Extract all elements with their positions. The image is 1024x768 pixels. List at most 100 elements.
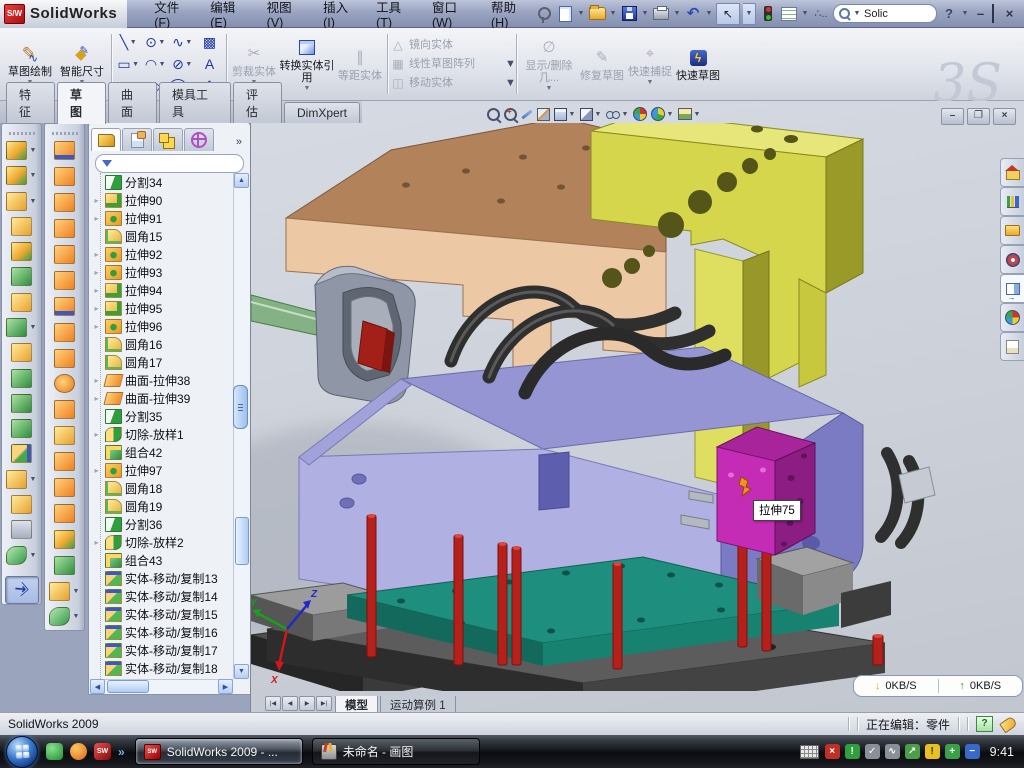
solidworks-quicklaunch-icon[interactable]: SW [94, 743, 111, 760]
helix-icon-dropdown[interactable]: ▼ [29, 552, 37, 559]
arc-tool[interactable]: ◠▼ [142, 53, 169, 75]
camera-icon[interactable]: ▼ [678, 108, 701, 120]
security-shield-tray-icon[interactable]: ! [845, 744, 860, 759]
doc-tab-模型[interactable]: 模型 [335, 696, 378, 712]
flex-icon[interactable] [11, 492, 32, 517]
hide-show-items-icon[interactable]: ▼ [606, 111, 629, 118]
tab-design-library[interactable] [1000, 187, 1024, 216]
command-tab-模具工具[interactable]: 模具工具 [159, 82, 231, 123]
shell-icon[interactable] [11, 365, 32, 390]
curve-icon[interactable] [11, 517, 32, 542]
expand-arrow-icon[interactable]: ▸ [91, 304, 102, 313]
expand-arrow-icon[interactable]: ▸ [91, 268, 102, 277]
zoom-selection-icon[interactable] [521, 113, 533, 116]
line-tool-dropdown[interactable]: ▼ [129, 39, 137, 46]
replace-face-icon[interactable] [54, 397, 75, 423]
circle-tool-dropdown[interactable]: ▼ [158, 39, 166, 46]
expand-arrow-icon[interactable]: ▸ [91, 538, 102, 547]
tree-item-拉伸90[interactable]: ▸拉伸90 [91, 191, 233, 209]
tree-item-实体-移动/复制18[interactable]: 实体-移动/复制18 [91, 659, 233, 677]
tab-dimxpertmanager[interactable] [184, 128, 214, 151]
tree-item-曲面-拉伸39[interactable]: ▸曲面-拉伸39 [91, 389, 233, 407]
tab-scenes[interactable] [1000, 303, 1024, 332]
arc-tool-dropdown[interactable]: ▼ [158, 61, 166, 68]
close-button[interactable]: × [1001, 6, 1018, 21]
offset-surface-icon[interactable] [54, 319, 75, 345]
update-tray-icon[interactable]: ✓ [865, 744, 880, 759]
tree-item-拉伸93[interactable]: ▸拉伸93 [91, 263, 233, 281]
mid-surface-icon[interactable] [54, 423, 75, 449]
panel-splitter-handle[interactable] [233, 385, 248, 429]
help-dropdown-icon[interactable]: ▼ [961, 10, 969, 17]
3d-model-exploded-assembly[interactable]: X Y Z [251, 123, 1024, 691]
expand-arrow-icon[interactable]: ▸ [91, 466, 102, 475]
health-shield-tray-icon[interactable]: + [945, 744, 960, 759]
annotation-icon[interactable]: ∴.. [812, 5, 830, 23]
swept-surface-icon[interactable] [54, 138, 75, 164]
antivirus-tray-icon[interactable]: × [825, 744, 840, 759]
zoom-area-icon[interactable] [504, 108, 517, 121]
tab-featuremanager[interactable] [91, 128, 121, 151]
swept-boss-icon[interactable] [11, 214, 32, 239]
volume-tray-icon[interactable]: ∿ [885, 744, 900, 759]
tree-item-拉伸94[interactable]: ▸拉伸94 [91, 281, 233, 299]
undo-icon[interactable]: ↶ [684, 5, 702, 23]
part-hose-fitting[interactable] [899, 467, 935, 503]
combine-icon[interactable] [11, 416, 32, 441]
horizontal-scroll-thumb[interactable] [107, 680, 149, 693]
deform-surface-icon[interactable]: ▼ [49, 578, 80, 604]
command-tab-草图[interactable]: 草图 [57, 82, 106, 124]
warning-tray-icon[interactable]: ! [925, 744, 940, 759]
tab-propertymanager[interactable] [122, 128, 152, 151]
zoom-fit-icon[interactable] [487, 108, 500, 121]
command-tab-DimXpert[interactable]: DimXpert [284, 102, 360, 123]
tree-item-组合43[interactable]: 组合43 [91, 551, 233, 569]
view-orientation-icon[interactable]: ▼ [580, 108, 602, 121]
extruded-cut-icon-dropdown[interactable]: ▼ [29, 172, 37, 179]
tree-item-实体-移动/复制15[interactable]: 实体-移动/复制15 [91, 605, 233, 623]
spline-tool[interactable]: ∿▼ [169, 31, 196, 53]
trim-surface-icon[interactable] [54, 345, 75, 371]
rebuild-icon[interactable] [759, 5, 777, 23]
tree-item-切除-放样1[interactable]: ▸切除-放样1 [91, 425, 233, 443]
freeform-icon[interactable] [54, 475, 75, 501]
rectangle-tool-dropdown[interactable]: ▼ [132, 61, 140, 68]
draft-icon[interactable] [11, 290, 32, 315]
prev-tab-icon[interactable]: ◀ [282, 696, 298, 711]
knit-surface-icon[interactable] [54, 242, 75, 268]
scroll-up-icon[interactable]: ▲ [234, 173, 249, 188]
start-button[interactable] [6, 736, 38, 768]
expand-arrow-icon[interactable]: ▸ [91, 250, 102, 259]
last-tab-icon[interactable]: ▶| [316, 696, 332, 711]
search-box[interactable]: ▼ Solic [833, 4, 937, 23]
tree-item-拉伸97[interactable]: ▸拉伸97 [91, 461, 233, 479]
tree-item-实体-移动/复制13[interactable]: 实体-移动/复制13 [91, 569, 233, 587]
tab-configurationmanager[interactable] [153, 128, 183, 151]
options-icon[interactable] [780, 5, 798, 23]
restore-button[interactable] [992, 5, 998, 23]
deform-icon[interactable]: ▼ [6, 467, 37, 492]
open-folder-icon[interactable] [588, 5, 606, 23]
section-view-icon[interactable] [537, 108, 550, 121]
tree-item-组合42[interactable]: 组合42 [91, 443, 233, 461]
doc-minimize-button[interactable]: – [941, 108, 964, 125]
rib-icon[interactable] [11, 340, 32, 365]
doc-close-button[interactable]: × [993, 108, 1016, 125]
tree-item-圆角18[interactable]: 圆角18 [91, 479, 233, 497]
next-tab-icon[interactable]: ▶ [299, 696, 315, 711]
deform-icon-dropdown[interactable]: ▼ [29, 476, 37, 483]
tree-item-拉伸96[interactable]: ▸拉伸96 [91, 317, 233, 335]
ellipse-tool[interactable]: ⊘▼ [169, 53, 196, 75]
network-tray-icon[interactable]: ↗ [905, 744, 920, 759]
linear-pattern-icon[interactable]: ▼ [6, 315, 37, 340]
extend-surface-icon[interactable] [54, 293, 75, 319]
print-icon[interactable] [652, 5, 670, 23]
tree-item-分割36[interactable]: 分割36 [91, 515, 233, 533]
expand-arrow-icon[interactable]: ▸ [91, 322, 102, 331]
search-dropdown-icon[interactable]: ▼ [853, 10, 861, 17]
pin-icon[interactable] [535, 5, 553, 23]
expand-arrow-icon[interactable]: ▸ [91, 430, 102, 439]
minimize-button[interactable]: – [972, 6, 989, 21]
circle-tool[interactable]: ⊙▼ [142, 31, 169, 53]
language-keyboard-icon[interactable] [800, 745, 819, 759]
